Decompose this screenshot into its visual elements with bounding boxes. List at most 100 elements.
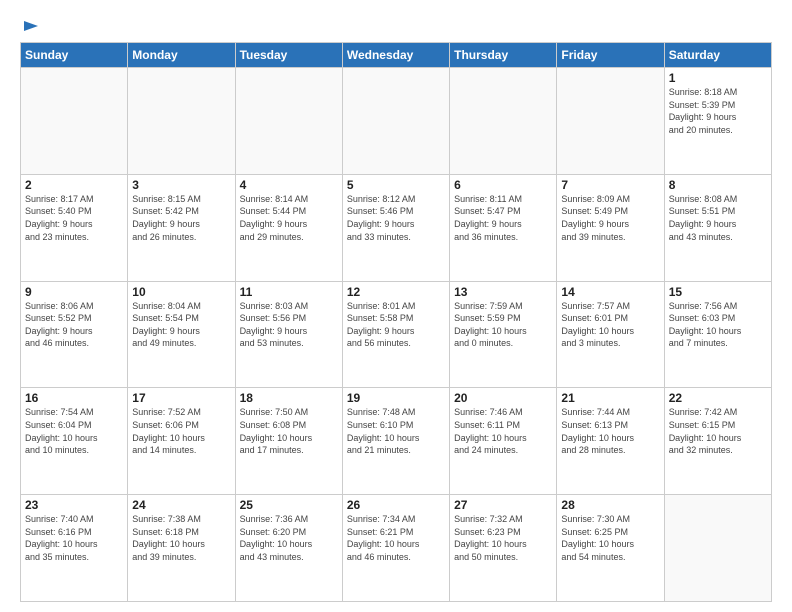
calendar-cell: 17Sunrise: 7:52 AM Sunset: 6:06 PM Dayli… (128, 388, 235, 495)
day-number: 7 (561, 178, 659, 192)
week-row-1: 1Sunrise: 8:18 AM Sunset: 5:39 PM Daylig… (21, 68, 772, 175)
day-info: Sunrise: 8:17 AM Sunset: 5:40 PM Dayligh… (25, 193, 123, 243)
day-info: Sunrise: 8:08 AM Sunset: 5:51 PM Dayligh… (669, 193, 767, 243)
day-number: 10 (132, 285, 230, 299)
day-info: Sunrise: 7:38 AM Sunset: 6:18 PM Dayligh… (132, 513, 230, 563)
calendar-cell: 4Sunrise: 8:14 AM Sunset: 5:44 PM Daylig… (235, 174, 342, 281)
weekday-sunday: Sunday (21, 43, 128, 68)
calendar-cell: 21Sunrise: 7:44 AM Sunset: 6:13 PM Dayli… (557, 388, 664, 495)
day-number: 25 (240, 498, 338, 512)
day-number: 22 (669, 391, 767, 405)
day-info: Sunrise: 7:36 AM Sunset: 6:20 PM Dayligh… (240, 513, 338, 563)
day-info: Sunrise: 7:54 AM Sunset: 6:04 PM Dayligh… (25, 406, 123, 456)
day-number: 14 (561, 285, 659, 299)
calendar-cell (450, 68, 557, 175)
calendar-cell (21, 68, 128, 175)
calendar-cell: 16Sunrise: 7:54 AM Sunset: 6:04 PM Dayli… (21, 388, 128, 495)
calendar-cell: 9Sunrise: 8:06 AM Sunset: 5:52 PM Daylig… (21, 281, 128, 388)
day-number: 2 (25, 178, 123, 192)
calendar-cell: 10Sunrise: 8:04 AM Sunset: 5:54 PM Dayli… (128, 281, 235, 388)
day-number: 20 (454, 391, 552, 405)
week-row-5: 23Sunrise: 7:40 AM Sunset: 6:16 PM Dayli… (21, 495, 772, 602)
page: SundayMondayTuesdayWednesdayThursdayFrid… (0, 0, 792, 612)
day-info: Sunrise: 7:44 AM Sunset: 6:13 PM Dayligh… (561, 406, 659, 456)
weekday-header-row: SundayMondayTuesdayWednesdayThursdayFrid… (21, 43, 772, 68)
calendar-cell: 25Sunrise: 7:36 AM Sunset: 6:20 PM Dayli… (235, 495, 342, 602)
day-number: 3 (132, 178, 230, 192)
calendar-cell: 1Sunrise: 8:18 AM Sunset: 5:39 PM Daylig… (664, 68, 771, 175)
day-info: Sunrise: 8:12 AM Sunset: 5:46 PM Dayligh… (347, 193, 445, 243)
calendar-cell: 15Sunrise: 7:56 AM Sunset: 6:03 PM Dayli… (664, 281, 771, 388)
week-row-2: 2Sunrise: 8:17 AM Sunset: 5:40 PM Daylig… (21, 174, 772, 281)
calendar-cell (664, 495, 771, 602)
day-info: Sunrise: 7:57 AM Sunset: 6:01 PM Dayligh… (561, 300, 659, 350)
calendar-cell: 22Sunrise: 7:42 AM Sunset: 6:15 PM Dayli… (664, 388, 771, 495)
day-info: Sunrise: 7:50 AM Sunset: 6:08 PM Dayligh… (240, 406, 338, 456)
calendar-cell: 23Sunrise: 7:40 AM Sunset: 6:16 PM Dayli… (21, 495, 128, 602)
day-number: 18 (240, 391, 338, 405)
day-number: 9 (25, 285, 123, 299)
calendar-cell: 12Sunrise: 8:01 AM Sunset: 5:58 PM Dayli… (342, 281, 449, 388)
day-info: Sunrise: 7:32 AM Sunset: 6:23 PM Dayligh… (454, 513, 552, 563)
day-info: Sunrise: 7:30 AM Sunset: 6:25 PM Dayligh… (561, 513, 659, 563)
calendar-cell: 19Sunrise: 7:48 AM Sunset: 6:10 PM Dayli… (342, 388, 449, 495)
day-info: Sunrise: 8:09 AM Sunset: 5:49 PM Dayligh… (561, 193, 659, 243)
calendar-cell: 14Sunrise: 7:57 AM Sunset: 6:01 PM Dayli… (557, 281, 664, 388)
day-number: 23 (25, 498, 123, 512)
weekday-friday: Friday (557, 43, 664, 68)
calendar-cell: 24Sunrise: 7:38 AM Sunset: 6:18 PM Dayli… (128, 495, 235, 602)
day-info: Sunrise: 7:46 AM Sunset: 6:11 PM Dayligh… (454, 406, 552, 456)
day-info: Sunrise: 7:52 AM Sunset: 6:06 PM Dayligh… (132, 406, 230, 456)
day-number: 12 (347, 285, 445, 299)
day-number: 6 (454, 178, 552, 192)
week-row-3: 9Sunrise: 8:06 AM Sunset: 5:52 PM Daylig… (21, 281, 772, 388)
calendar-cell: 2Sunrise: 8:17 AM Sunset: 5:40 PM Daylig… (21, 174, 128, 281)
logo (20, 18, 40, 32)
day-info: Sunrise: 8:06 AM Sunset: 5:52 PM Dayligh… (25, 300, 123, 350)
day-number: 17 (132, 391, 230, 405)
day-number: 8 (669, 178, 767, 192)
calendar-cell: 3Sunrise: 8:15 AM Sunset: 5:42 PM Daylig… (128, 174, 235, 281)
calendar-cell: 28Sunrise: 7:30 AM Sunset: 6:25 PM Dayli… (557, 495, 664, 602)
weekday-tuesday: Tuesday (235, 43, 342, 68)
day-number: 28 (561, 498, 659, 512)
calendar-cell: 13Sunrise: 7:59 AM Sunset: 5:59 PM Dayli… (450, 281, 557, 388)
day-info: Sunrise: 8:11 AM Sunset: 5:47 PM Dayligh… (454, 193, 552, 243)
calendar-cell (557, 68, 664, 175)
calendar-cell: 6Sunrise: 8:11 AM Sunset: 5:47 PM Daylig… (450, 174, 557, 281)
weekday-wednesday: Wednesday (342, 43, 449, 68)
calendar-cell (235, 68, 342, 175)
calendar-cell: 8Sunrise: 8:08 AM Sunset: 5:51 PM Daylig… (664, 174, 771, 281)
weekday-thursday: Thursday (450, 43, 557, 68)
day-number: 4 (240, 178, 338, 192)
calendar-cell: 26Sunrise: 7:34 AM Sunset: 6:21 PM Dayli… (342, 495, 449, 602)
calendar-cell (128, 68, 235, 175)
day-info: Sunrise: 8:15 AM Sunset: 5:42 PM Dayligh… (132, 193, 230, 243)
calendar-cell: 11Sunrise: 8:03 AM Sunset: 5:56 PM Dayli… (235, 281, 342, 388)
day-info: Sunrise: 7:56 AM Sunset: 6:03 PM Dayligh… (669, 300, 767, 350)
calendar-cell: 20Sunrise: 7:46 AM Sunset: 6:11 PM Dayli… (450, 388, 557, 495)
day-info: Sunrise: 7:42 AM Sunset: 6:15 PM Dayligh… (669, 406, 767, 456)
weekday-saturday: Saturday (664, 43, 771, 68)
day-info: Sunrise: 8:14 AM Sunset: 5:44 PM Dayligh… (240, 193, 338, 243)
day-number: 27 (454, 498, 552, 512)
calendar-cell: 7Sunrise: 8:09 AM Sunset: 5:49 PM Daylig… (557, 174, 664, 281)
day-number: 26 (347, 498, 445, 512)
day-number: 19 (347, 391, 445, 405)
day-info: Sunrise: 7:48 AM Sunset: 6:10 PM Dayligh… (347, 406, 445, 456)
calendar-cell: 5Sunrise: 8:12 AM Sunset: 5:46 PM Daylig… (342, 174, 449, 281)
week-row-4: 16Sunrise: 7:54 AM Sunset: 6:04 PM Dayli… (21, 388, 772, 495)
day-info: Sunrise: 8:04 AM Sunset: 5:54 PM Dayligh… (132, 300, 230, 350)
calendar-table: SundayMondayTuesdayWednesdayThursdayFrid… (20, 42, 772, 602)
day-info: Sunrise: 8:03 AM Sunset: 5:56 PM Dayligh… (240, 300, 338, 350)
calendar-cell (342, 68, 449, 175)
header (20, 18, 772, 32)
calendar-cell: 18Sunrise: 7:50 AM Sunset: 6:08 PM Dayli… (235, 388, 342, 495)
day-number: 21 (561, 391, 659, 405)
day-number: 15 (669, 285, 767, 299)
calendar-cell: 27Sunrise: 7:32 AM Sunset: 6:23 PM Dayli… (450, 495, 557, 602)
day-number: 13 (454, 285, 552, 299)
day-number: 24 (132, 498, 230, 512)
day-info: Sunrise: 8:18 AM Sunset: 5:39 PM Dayligh… (669, 86, 767, 136)
day-info: Sunrise: 8:01 AM Sunset: 5:58 PM Dayligh… (347, 300, 445, 350)
